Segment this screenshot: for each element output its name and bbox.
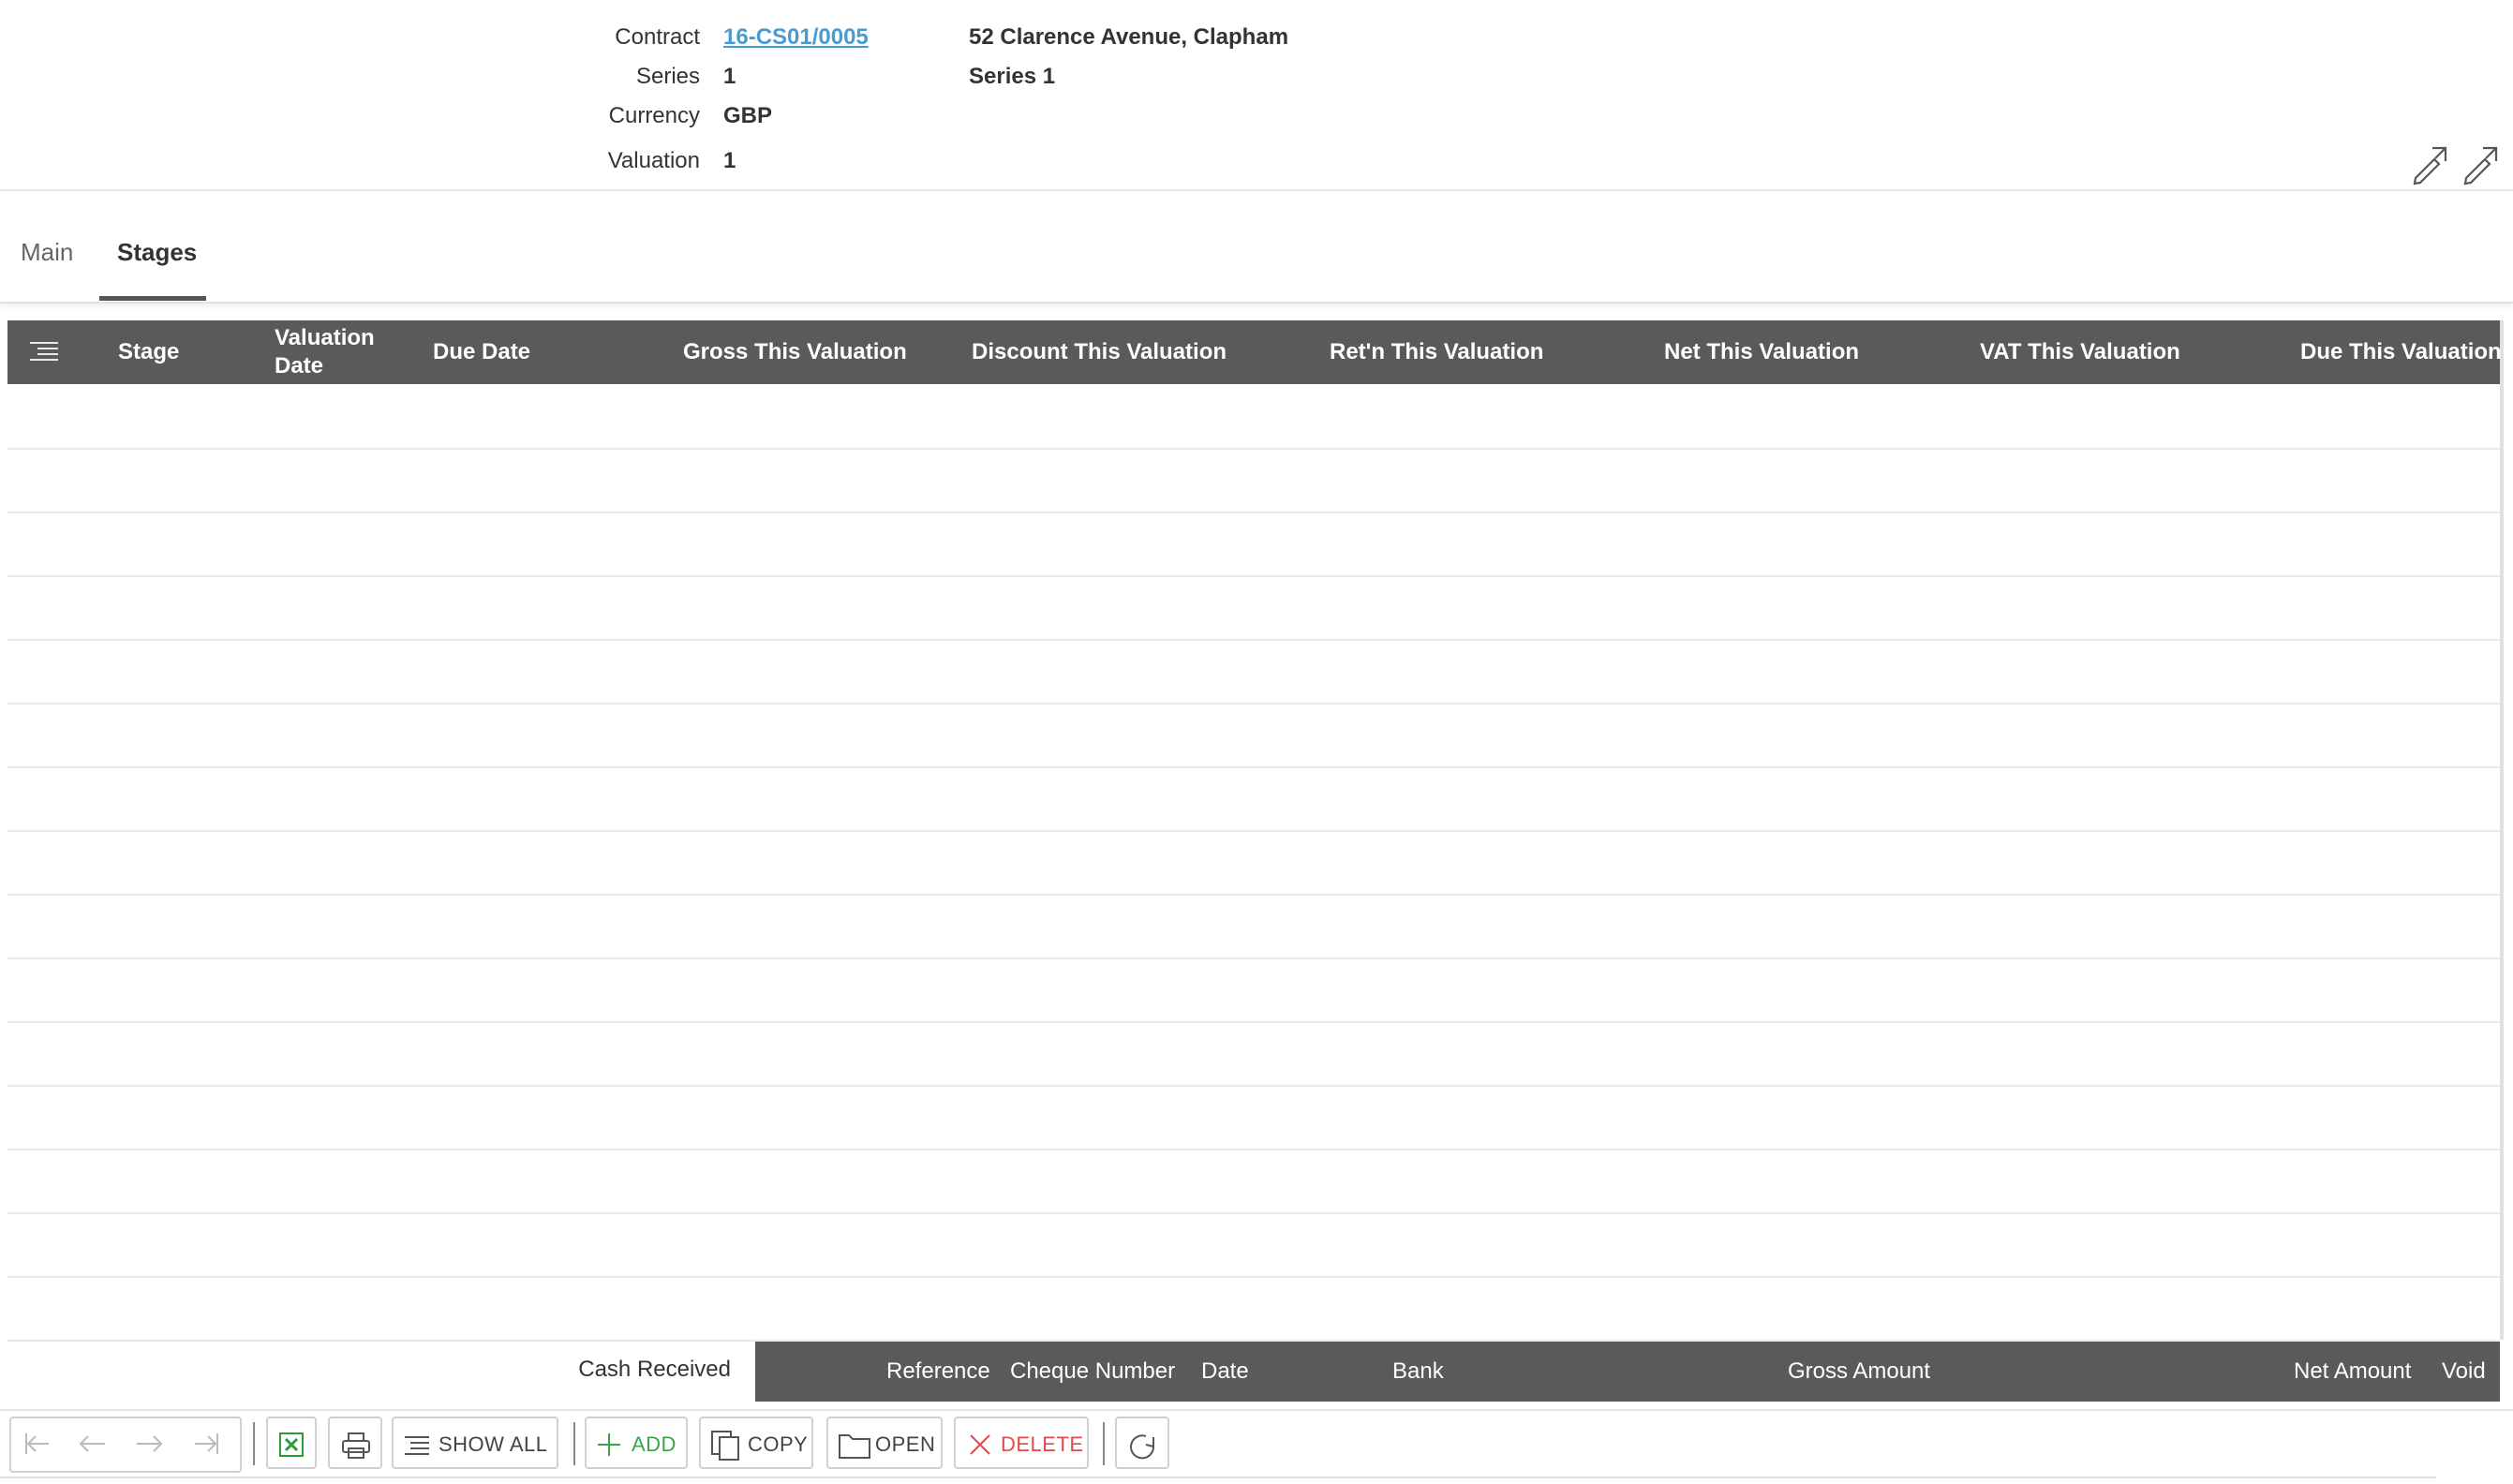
table-row[interactable]	[7, 957, 2500, 1023]
col-date[interactable]: Date	[1201, 1358, 1249, 1386]
last-record-icon[interactable]	[191, 1428, 223, 1460]
col-gross-amount[interactable]: Gross Amount	[1788, 1358, 1930, 1386]
bottom-toolbar: SHOW ALL ADD COPY OPEN DELETE	[0, 1409, 2513, 1484]
col-bank[interactable]: Bank	[1392, 1358, 1444, 1386]
delete-label: DELETE	[1001, 1432, 1084, 1456]
divider	[0, 1477, 2436, 1478]
tab-stages[interactable]: Stages	[117, 238, 197, 267]
toolbar-separator	[253, 1422, 255, 1465]
table-row[interactable]	[7, 448, 2500, 513]
add-label: ADD	[632, 1432, 677, 1456]
copy-icon	[711, 1431, 739, 1461]
record-navigation	[9, 1417, 242, 1473]
col-reference[interactable]: Reference	[886, 1358, 990, 1386]
previous-record-icon[interactable]	[77, 1428, 109, 1460]
valuation-label: Valuation	[607, 148, 700, 173]
series-value: 1	[723, 64, 736, 89]
table-row[interactable]	[7, 1212, 2500, 1278]
contract-description: 52 Clarence Avenue, Clapham	[969, 24, 1289, 50]
tab-bar: Main Stages	[0, 191, 2513, 304]
col-valuation-date[interactable]: Valuation Date	[275, 324, 387, 380]
edit-expand-all-icon[interactable]	[2461, 141, 2506, 186]
table-row[interactable]	[7, 830, 2500, 896]
close-icon	[970, 1434, 990, 1455]
table-row[interactable]	[7, 894, 2500, 959]
series-description: Series 1	[969, 64, 1056, 89]
active-tab-indicator	[99, 296, 206, 301]
col-vat-this-valuation[interactable]: VAT This Valuation	[1980, 338, 2180, 366]
currency-label: Currency	[608, 103, 700, 128]
contract-label: Contract	[615, 24, 700, 50]
table-row[interactable]	[7, 512, 2500, 577]
show-all-button[interactable]: SHOW ALL	[392, 1417, 558, 1469]
col-due-date[interactable]: Due Date	[433, 338, 530, 366]
table-row[interactable]	[7, 575, 2500, 641]
series-label: Series	[635, 64, 700, 89]
refresh-button[interactable]	[1115, 1417, 1169, 1469]
table-row[interactable]	[7, 703, 2500, 768]
col-cheque-number[interactable]: Cheque Number	[1010, 1358, 1175, 1386]
delete-button[interactable]: DELETE	[954, 1417, 1089, 1469]
refresh-icon	[1130, 1434, 1155, 1460]
print-button[interactable]	[328, 1417, 382, 1469]
currency-value: GBP	[723, 103, 773, 128]
col-void[interactable]: Void	[2442, 1358, 2486, 1386]
open-label: OPEN	[875, 1432, 936, 1456]
folder-icon	[839, 1434, 870, 1459]
show-all-label: SHOW ALL	[439, 1432, 548, 1456]
export-excel-button[interactable]	[266, 1417, 317, 1469]
copy-button[interactable]: COPY	[699, 1417, 813, 1469]
add-button[interactable]: ADD	[585, 1417, 688, 1469]
col-retention-this-valuation[interactable]: Ret'n This Valuation	[1330, 338, 1543, 366]
valuation-value: 1	[723, 148, 736, 173]
col-stage[interactable]: Stage	[118, 338, 179, 366]
open-button[interactable]: OPEN	[826, 1417, 943, 1469]
toolbar-separator	[1103, 1422, 1105, 1465]
col-due-this-valuation[interactable]: Due This Valuation	[2300, 338, 2502, 366]
table-row[interactable]	[7, 384, 2500, 450]
table-row[interactable]	[7, 1149, 2500, 1214]
table-row[interactable]	[7, 639, 2500, 705]
edit-expand-icon[interactable]	[2410, 141, 2455, 186]
tab-main[interactable]: Main	[21, 238, 73, 267]
table-row[interactable]	[7, 1021, 2500, 1087]
printer-icon	[342, 1432, 370, 1459]
first-record-icon[interactable]	[21, 1428, 52, 1460]
cash-received-section: Cash Received	[7, 1340, 755, 1403]
contract-link[interactable]: 16-CS01/0005	[723, 24, 869, 51]
col-gross-this-valuation[interactable]: Gross This Valuation	[683, 338, 907, 366]
plus-icon	[598, 1433, 620, 1456]
table-row[interactable]	[7, 766, 2500, 832]
next-record-icon[interactable]	[133, 1428, 165, 1460]
col-net-amount[interactable]: Net Amount	[2294, 1358, 2411, 1386]
col-discount-this-valuation[interactable]: Discount This Valuation	[972, 338, 1227, 366]
excel-icon	[279, 1432, 304, 1457]
stages-grid: Stage Valuation Date Due Date Gross This…	[7, 320, 2504, 1342]
copy-label: COPY	[748, 1432, 809, 1456]
toolbar-separator	[573, 1422, 575, 1465]
list-icon	[405, 1436, 429, 1455]
table-row[interactable]	[7, 1276, 2500, 1342]
record-header: Contract 16-CS01/0005 52 Clarence Avenue…	[0, 0, 2513, 191]
cash-received-label: Cash Received	[578, 1357, 731, 1382]
col-net-this-valuation[interactable]: Net This Valuation	[1664, 338, 1859, 366]
table-row[interactable]	[7, 1085, 2500, 1150]
column-menu-icon[interactable]	[28, 337, 60, 367]
stages-grid-header: Stage Valuation Date Due Date Gross This…	[7, 320, 2502, 384]
cash-received-header: Reference Cheque Number Date Bank Gross …	[755, 1342, 2500, 1402]
